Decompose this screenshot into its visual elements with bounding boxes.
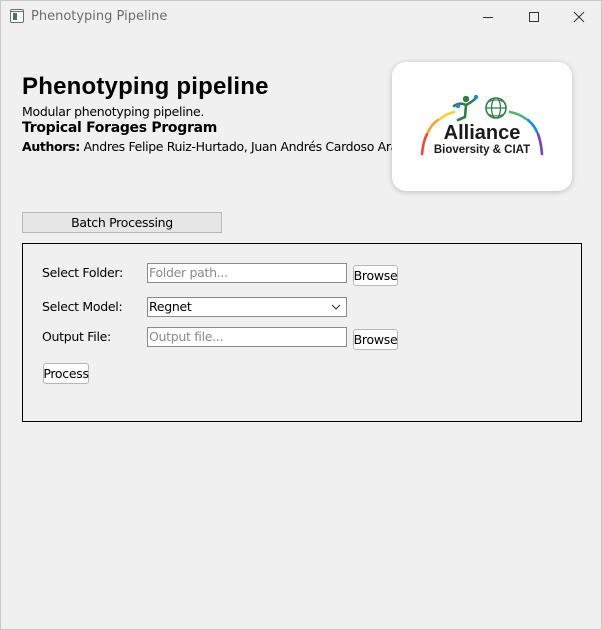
select-folder-label: Select Folder: (42, 265, 123, 280)
batch-processing-panel: Select Folder: Folder path... Browse Sel… (22, 243, 582, 422)
authors-names: Andres Felipe Ruiz-Hurtado, Juan Andrés … (79, 139, 421, 154)
chevron-down-icon (331, 304, 341, 310)
batch-processing-tab[interactable]: Batch Processing (22, 212, 222, 233)
logo-figure (452, 94, 479, 122)
folder-path-input[interactable]: Folder path... (147, 263, 347, 283)
browse-folder-button[interactable]: Browse (353, 265, 398, 286)
window-title: Phenotyping Pipeline (31, 9, 168, 24)
minimize-icon (483, 16, 493, 18)
maximize-button[interactable] (511, 1, 557, 32)
minimize-button[interactable] (465, 1, 511, 32)
process-button[interactable]: Process (43, 363, 89, 384)
select-model-label: Select Model: (42, 299, 123, 314)
app-window-icon (10, 9, 24, 23)
title-bar[interactable]: Phenotyping Pipeline (1, 1, 601, 32)
model-select-value: Regnet (149, 299, 192, 314)
output-file-label: Output File: (42, 329, 111, 344)
logo-globe (485, 97, 507, 119)
logo-subtitle: Bioversity & CIAT (433, 144, 531, 156)
program-name: Tropical Forages Program (22, 120, 218, 136)
logo-arc-yellow (438, 110, 456, 121)
close-icon (573, 11, 585, 22)
logo-wordmark: Alliance (443, 122, 521, 144)
alliance-logo-card: Alliance Bioversity & CIAT (392, 62, 572, 191)
page-title: Phenotyping pipeline (22, 73, 269, 100)
maximize-icon (529, 11, 539, 22)
main-window: Phenotyping Pipeline Phenotyping pipelin… (0, 0, 602, 630)
authors-line: Authors: Andres Felipe Ruiz-Hurtado, Jua… (22, 139, 421, 154)
model-select[interactable]: Regnet (147, 297, 347, 317)
logo-arc-green (508, 110, 528, 121)
close-button[interactable] (556, 1, 602, 32)
browse-output-button[interactable]: Browse (353, 329, 398, 350)
output-file-input[interactable]: Output file... (147, 327, 347, 347)
authors-label: Authors: (22, 139, 80, 154)
page-subtitle: Modular phenotyping pipeline. (22, 104, 205, 119)
